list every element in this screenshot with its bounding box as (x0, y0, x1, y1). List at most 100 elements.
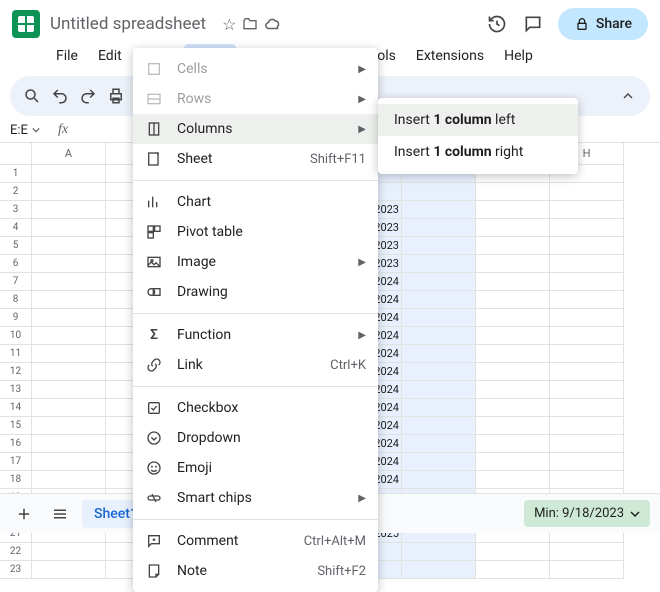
cell[interactable] (550, 237, 624, 255)
insert-column-left[interactable]: Insert 1 column left (378, 104, 578, 136)
cell[interactable] (32, 201, 106, 219)
cell[interactable] (476, 219, 550, 237)
cell[interactable] (550, 363, 624, 381)
cell[interactable] (402, 453, 476, 471)
cell[interactable] (476, 183, 550, 201)
cell[interactable] (32, 561, 106, 579)
row-header[interactable]: 18 (0, 471, 32, 489)
row-header[interactable]: 7 (0, 273, 32, 291)
cell[interactable] (476, 363, 550, 381)
cell[interactable] (550, 201, 624, 219)
row-header[interactable]: 14 (0, 399, 32, 417)
cell[interactable] (32, 237, 106, 255)
cell[interactable] (550, 471, 624, 489)
add-sheet-icon[interactable] (10, 500, 38, 528)
cell[interactable] (476, 345, 550, 363)
cell[interactable] (476, 471, 550, 489)
cell[interactable] (476, 435, 550, 453)
row-header[interactable]: 23 (0, 561, 32, 579)
row-header[interactable]: 4 (0, 219, 32, 237)
all-sheets-icon[interactable] (46, 500, 74, 528)
cell[interactable] (402, 327, 476, 345)
cell[interactable] (32, 273, 106, 291)
cell[interactable] (550, 417, 624, 435)
cell[interactable] (402, 399, 476, 417)
cell[interactable] (476, 399, 550, 417)
cell[interactable] (402, 273, 476, 291)
row-header[interactable]: 1 (0, 165, 32, 183)
toolbar-collapse-icon[interactable] (616, 84, 640, 108)
cloud-status-icon[interactable] (264, 15, 282, 33)
cell[interactable] (32, 219, 106, 237)
row-header[interactable]: 17 (0, 453, 32, 471)
row-header[interactable]: 5 (0, 237, 32, 255)
cell[interactable] (550, 543, 624, 561)
cell[interactable] (32, 543, 106, 561)
cell[interactable] (550, 309, 624, 327)
doc-title[interactable]: Untitled spreadsheet (50, 14, 206, 34)
cell[interactable] (550, 399, 624, 417)
cell[interactable] (476, 381, 550, 399)
cell[interactable] (402, 183, 476, 201)
column-header[interactable]: A (32, 143, 106, 165)
menu-item-image[interactable]: Image▶ (133, 247, 378, 277)
cell[interactable] (402, 345, 476, 363)
row-header[interactable]: 2 (0, 183, 32, 201)
menu-item-comment[interactable]: CommentCtrl+Alt+M (133, 526, 378, 556)
cell[interactable] (476, 327, 550, 345)
cell[interactable] (550, 381, 624, 399)
cell[interactable] (32, 345, 106, 363)
cell[interactable] (402, 255, 476, 273)
cell[interactable] (32, 435, 106, 453)
cell[interactable] (476, 453, 550, 471)
cell[interactable] (402, 417, 476, 435)
row-header[interactable]: 15 (0, 417, 32, 435)
row-header[interactable]: 22 (0, 543, 32, 561)
move-icon[interactable] (242, 16, 258, 32)
cell[interactable] (550, 255, 624, 273)
menu-item-columns[interactable]: Columns▶ (133, 114, 378, 144)
cell[interactable] (402, 471, 476, 489)
row-header[interactable]: 10 (0, 327, 32, 345)
row-header[interactable]: 12 (0, 363, 32, 381)
cell[interactable] (550, 327, 624, 345)
menu-item-checkbox[interactable]: Checkbox (133, 393, 378, 423)
menu-item-sheet[interactable]: SheetShift+F11 (133, 144, 378, 174)
menu-item-smart-chips[interactable]: Smart chips▶ (133, 483, 378, 513)
cell[interactable] (476, 255, 550, 273)
menu-item-function[interactable]: ΣFunction▶ (133, 320, 378, 350)
menu-item-drawing[interactable]: Drawing (133, 277, 378, 307)
cell[interactable] (476, 237, 550, 255)
cell[interactable] (32, 165, 106, 183)
cell[interactable] (32, 291, 106, 309)
cell[interactable] (402, 201, 476, 219)
history-icon[interactable] (486, 13, 508, 35)
cell[interactable] (32, 417, 106, 435)
cell[interactable] (402, 435, 476, 453)
status-chip[interactable]: Min: 9/18/2023 (524, 500, 650, 527)
menu-file[interactable]: File (48, 44, 86, 68)
cell[interactable] (550, 561, 624, 579)
cell[interactable] (32, 363, 106, 381)
row-header[interactable]: 16 (0, 435, 32, 453)
cell[interactable] (402, 561, 476, 579)
cell[interactable] (550, 345, 624, 363)
redo-icon[interactable] (76, 84, 100, 108)
cell[interactable] (402, 309, 476, 327)
row-header[interactable]: 3 (0, 201, 32, 219)
cell[interactable] (550, 453, 624, 471)
menu-help[interactable]: Help (496, 44, 541, 68)
name-box[interactable]: E:E (6, 123, 50, 138)
row-header[interactable]: 13 (0, 381, 32, 399)
cell[interactable] (550, 435, 624, 453)
cell[interactable] (476, 201, 550, 219)
cell[interactable] (32, 309, 106, 327)
cell[interactable] (32, 399, 106, 417)
menu-item-note[interactable]: NoteShift+F2 (133, 556, 378, 586)
row-header[interactable]: 9 (0, 309, 32, 327)
star-icon[interactable]: ☆ (222, 15, 236, 34)
cell[interactable] (32, 255, 106, 273)
cell[interactable] (402, 219, 476, 237)
cell[interactable] (476, 309, 550, 327)
share-button[interactable]: Share (558, 8, 648, 40)
